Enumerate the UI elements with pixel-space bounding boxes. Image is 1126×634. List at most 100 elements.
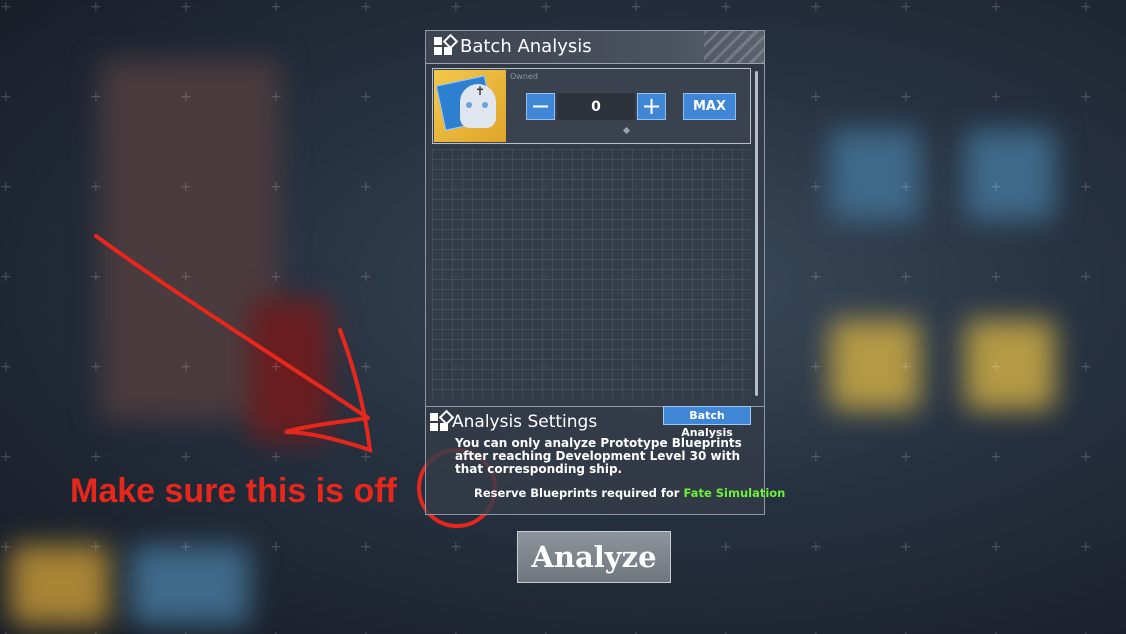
- background-plus-marker: +: [450, 0, 462, 15]
- analysis-settings-title: Analysis Settings: [452, 412, 598, 432]
- blueprint-list-area: [432, 149, 751, 399]
- background-plus-marker: +: [1080, 269, 1092, 285]
- reserve-blueprints-toggle[interactable]: [446, 488, 464, 500]
- settings-blueprint-icon: [430, 409, 455, 433]
- background-plus-marker: +: [900, 630, 912, 634]
- background-plus-marker: +: [270, 89, 282, 105]
- background-plus-marker: +: [90, 539, 102, 555]
- background-plus-marker: +: [720, 630, 732, 634]
- background-plus-marker: +: [990, 0, 1002, 15]
- background-plus-marker: +: [1080, 179, 1092, 195]
- background-plus-marker: +: [180, 449, 192, 465]
- quantity-input[interactable]: [557, 93, 635, 120]
- background-plus-marker: +: [1080, 0, 1092, 15]
- annotation-text: Make sure this is off: [70, 472, 397, 510]
- prototype-blueprint-note: You can only analyze Prototype Blueprint…: [455, 436, 742, 476]
- background-plus-marker: +: [0, 630, 12, 634]
- background-plus-marker: +: [1080, 539, 1092, 555]
- background-plus-marker: +: [900, 449, 912, 465]
- background-plus-marker: +: [1080, 359, 1092, 375]
- decrease-quantity-button[interactable]: −: [526, 93, 555, 120]
- background-plus-marker: +: [900, 359, 912, 375]
- background-plus-marker: +: [900, 89, 912, 105]
- background-plus-marker: +: [180, 89, 192, 105]
- max-quantity-button[interactable]: MAX: [683, 93, 736, 120]
- list-scrollbar[interactable]: [755, 71, 758, 396]
- blueprint-icon: [434, 33, 459, 57]
- background-plus-marker: +: [1080, 449, 1092, 465]
- background-plus-marker: +: [90, 359, 102, 375]
- background-plus-marker: +: [630, 630, 642, 634]
- background-plus-marker: +: [990, 89, 1002, 105]
- blurred-card: [830, 130, 920, 220]
- dialog-title: Batch Analysis: [460, 36, 592, 57]
- background-plus-marker: +: [360, 0, 372, 15]
- batch-analysis-dialog: Batch Analysis ✝ Owned − + MAX Analysis …: [425, 30, 785, 515]
- background-plus-marker: +: [0, 449, 12, 465]
- blueprint-item-row: ✝ Owned − + MAX: [432, 68, 751, 144]
- background-plus-marker: +: [810, 179, 822, 195]
- background-plus-marker: +: [900, 539, 912, 555]
- background-plus-marker: +: [1080, 630, 1092, 634]
- header-stripes: [704, 31, 764, 63]
- row-indicator: [622, 126, 631, 135]
- background-plus-marker: +: [360, 269, 372, 285]
- dialog-header: Batch Analysis: [426, 31, 764, 64]
- owned-count-label: Owned: [510, 72, 538, 81]
- background-plus-marker: +: [180, 179, 192, 195]
- background-plus-marker: +: [990, 630, 1002, 634]
- background-plus-marker: +: [90, 89, 102, 105]
- increase-quantity-button[interactable]: +: [637, 93, 666, 120]
- background-plus-marker: +: [900, 0, 912, 15]
- background-plus-marker: +: [990, 359, 1002, 375]
- blurred-card: [965, 130, 1055, 220]
- background-plus-marker: +: [0, 179, 12, 195]
- background-plus-marker: +: [180, 539, 192, 555]
- blurred-card: [965, 320, 1055, 410]
- background-plus-marker: +: [270, 449, 282, 465]
- background-plus-marker: +: [360, 89, 372, 105]
- background-plus-marker: +: [270, 539, 282, 555]
- reserve-blueprints-option[interactable]: Reserve Blueprints required for Fate Sim…: [446, 486, 785, 500]
- background-plus-marker: +: [270, 630, 282, 634]
- analyze-button[interactable]: Analyze: [517, 531, 671, 583]
- background-plus-marker: +: [450, 539, 462, 555]
- background-plus-marker: +: [90, 179, 102, 195]
- background-plus-marker: +: [180, 0, 192, 15]
- background-plus-marker: +: [270, 359, 282, 375]
- background-plus-marker: +: [990, 179, 1002, 195]
- background-plus-marker: +: [630, 0, 642, 15]
- background-plus-marker: +: [1080, 89, 1092, 105]
- background-plus-marker: +: [0, 0, 12, 15]
- blueprint-thumbnail[interactable]: ✝: [434, 70, 506, 142]
- background-plus-marker: +: [90, 630, 102, 634]
- background-plus-marker: +: [360, 179, 372, 195]
- background-plus-marker: +: [450, 630, 462, 634]
- background-plus-marker: +: [360, 449, 372, 465]
- background-plus-marker: +: [90, 269, 102, 285]
- background-plus-marker: +: [180, 630, 192, 634]
- blurred-card: [130, 545, 250, 625]
- background-plus-marker: +: [810, 539, 822, 555]
- background-plus-marker: +: [720, 539, 732, 555]
- reserve-blueprints-label: Reserve Blueprints required for: [474, 486, 680, 500]
- background-plus-marker: +: [270, 269, 282, 285]
- blurred-card: [10, 545, 110, 625]
- background-plus-marker: +: [720, 0, 732, 15]
- background-plus-marker: +: [90, 449, 102, 465]
- background-plus-marker: +: [810, 449, 822, 465]
- background-plus-marker: +: [810, 89, 822, 105]
- fate-simulation-label: Fate Simulation: [683, 486, 786, 500]
- background-plus-marker: +: [360, 539, 372, 555]
- background-plus-marker: +: [900, 179, 912, 195]
- background-plus-marker: +: [810, 630, 822, 634]
- background-plus-marker: +: [90, 0, 102, 15]
- background-plus-marker: +: [180, 359, 192, 375]
- background-plus-marker: +: [540, 0, 552, 15]
- background-plus-marker: +: [360, 359, 372, 375]
- background-plus-marker: +: [180, 269, 192, 285]
- background-plus-marker: +: [990, 449, 1002, 465]
- background-plus-marker: +: [990, 539, 1002, 555]
- batch-analysis-tab-button[interactable]: Batch Analysis: [663, 406, 751, 439]
- background-plus-marker: +: [360, 630, 372, 634]
